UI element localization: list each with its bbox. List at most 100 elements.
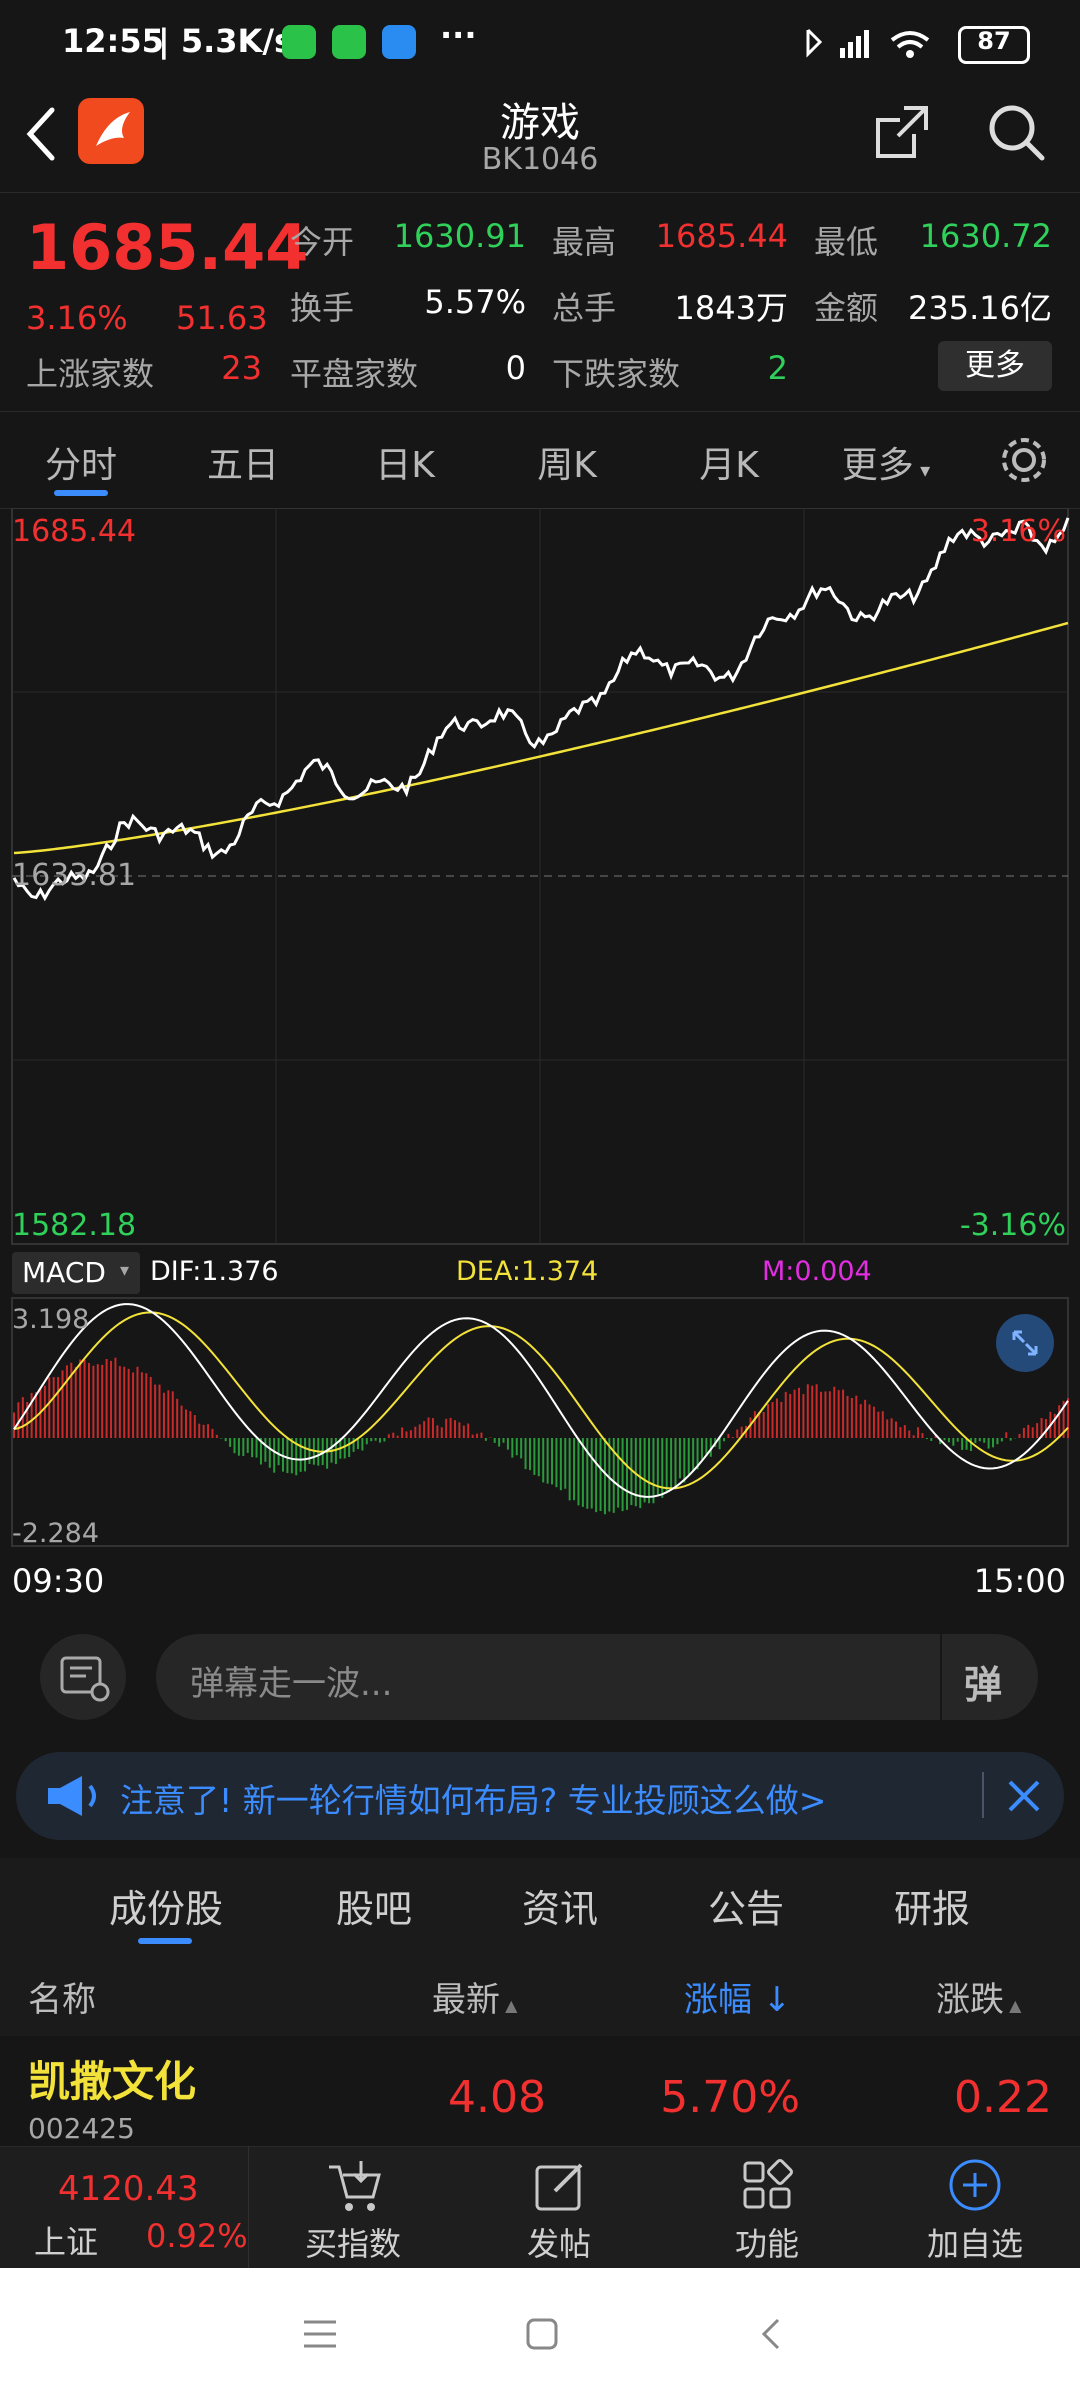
x-axis-start: 09:30 (12, 1562, 105, 1600)
table-header: 名称 最新 ▲ 涨幅 ↓ 涨跌 ▲ (0, 1950, 1080, 2036)
stock-code: 002425 (28, 2112, 135, 2145)
tab-research[interactable]: 研报 (852, 1878, 1012, 1933)
danmu-settings-icon[interactable] (40, 1634, 126, 1720)
change-value: 51.63 (176, 299, 268, 337)
system-nav-bar (0, 2268, 1080, 2400)
up-count-label: 上涨家数 (26, 355, 155, 393)
average-price-line (13, 621, 1069, 855)
tab-daily-k[interactable]: 日K (340, 436, 470, 488)
y-axis-bottom-pct: -3.16% (959, 1208, 1066, 1243)
tab-more[interactable]: 更多 ▾ (826, 436, 946, 488)
status-more: ··· (440, 16, 477, 54)
y-axis-top-pct: 3.16% (970, 514, 1066, 549)
flat-count: 0 (505, 349, 526, 387)
index-pct: 0.92% (146, 2217, 248, 2255)
macd-top-label: 3.198 (12, 1304, 90, 1335)
quote-panel: 1685.44 3.16% 51.63 上涨家数 23 今开 1630.91 最… (0, 192, 1080, 412)
settings-gear-icon[interactable] (996, 432, 1052, 488)
functions-button[interactable]: 功能 (682, 2157, 852, 2265)
col-latest[interactable]: 最新 ▲ (432, 1972, 517, 2021)
search-icon[interactable] (984, 100, 1048, 164)
tab-monthly-k[interactable]: 月K (664, 436, 794, 488)
price-line (12, 517, 1070, 902)
table-row[interactable]: 凯撒文化 002425 4.08 5.70% 0.22 (0, 2036, 1080, 2146)
grid-icon (743, 2159, 793, 2209)
megaphone-icon (48, 1776, 96, 1816)
tab-forum[interactable]: 股吧 (294, 1878, 454, 1933)
col-name: 名称 (28, 1980, 96, 2020)
promo-notice[interactable]: 注意了! 新一轮行情如何布局? 专业投顾这么做> (16, 1752, 1064, 1840)
y-axis-mid-label: 1633.81 (12, 858, 137, 893)
x-axis-end: 15:00 (973, 1562, 1066, 1600)
open-value: 1630.91 (393, 217, 526, 255)
wechat-icon (282, 25, 316, 59)
index-ticker[interactable]: 4120.43 上证 0.92% (0, 2147, 249, 2269)
indicator-selector[interactable]: MACD ▾ (12, 1252, 140, 1294)
status-speed: | 5.3K/s (158, 22, 294, 60)
y-axis-bottom-label: 1582.18 (12, 1208, 137, 1243)
edit-icon (535, 2163, 583, 2211)
tab-constituents[interactable]: 成份股 (86, 1878, 246, 1933)
app-notification-icon (382, 25, 416, 59)
amount-value: 235.16亿 (908, 289, 1052, 327)
danmu-send-button[interactable]: 弹 (964, 1654, 1002, 1709)
tab-weekly-k[interactable]: 周K (502, 436, 632, 488)
change-percent: 3.16% (26, 299, 128, 337)
post-button[interactable]: 发帖 (474, 2157, 644, 2265)
volume-value: 1843万 (674, 289, 788, 327)
notice-text[interactable]: 注意了! 新一轮行情如何布局? 专业投顾这么做> (120, 1774, 826, 1822)
danmu-bar: 弹幕走一波... 弹 (0, 1612, 1080, 1742)
status-time: 12:55 (62, 22, 164, 60)
active-subtab-indicator (138, 1938, 192, 1944)
index-name: 上证 (34, 2223, 99, 2261)
volume-label: 总手 (552, 289, 617, 327)
down-count-label: 下跌家数 (552, 355, 681, 393)
cart-icon (329, 2161, 381, 2211)
wechat-icon-2 (332, 25, 366, 59)
m-value: M:0.004 (762, 1256, 872, 1287)
high-label: 最高 (552, 223, 617, 261)
col-pct-sorted[interactable]: 涨幅 ↓ (684, 1972, 791, 2021)
back-nav-icon[interactable] (752, 2314, 792, 2354)
down-count: 2 (767, 349, 788, 387)
period-tabs: 分时 五日 日K 周K 月K 更多 ▾ (0, 412, 1080, 509)
content-tabs: 成份股 股吧 资讯 公告 研报 (0, 1858, 1080, 1951)
amount-label: 金额 (814, 289, 879, 327)
dif-value: DIF:1.376 (150, 1256, 279, 1287)
buy-index-button[interactable]: 买指数 (268, 2157, 438, 2265)
stock-change: 0.22 (954, 2072, 1052, 2123)
current-price: 1685.44 (26, 211, 309, 284)
tab-announcements[interactable]: 公告 (666, 1878, 826, 1933)
add-watchlist-button[interactable]: 加自选 (890, 2157, 1060, 2265)
up-count: 23 (221, 349, 262, 387)
battery-icon: 87 (958, 26, 1030, 64)
tab-five-day[interactable]: 五日 (178, 436, 308, 488)
share-icon[interactable] (870, 100, 934, 164)
stock-pct: 5.70% (660, 2072, 800, 2123)
page-header: 游戏 BK1046 (0, 90, 1080, 190)
status-bar: 12:55 | 5.3K/s ··· 87 (0, 0, 1080, 90)
high-value: 1685.44 (655, 217, 788, 255)
danmu-input[interactable]: 弹幕走一波... 弹 (156, 1634, 1038, 1720)
y-axis-top-label: 1685.44 (12, 514, 137, 549)
expand-chart-icon[interactable] (996, 1314, 1054, 1372)
bottom-toolbar: 4120.43 上证 0.92% 买指数 发帖 功能 加自选 (0, 2146, 1080, 2269)
dea-value: DEA:1.374 (456, 1256, 599, 1287)
more-quote-button[interactable]: 更多 (938, 341, 1052, 391)
close-icon[interactable] (1006, 1778, 1042, 1814)
tab-intraday[interactable]: 分时 (16, 436, 146, 488)
open-label: 今开 (290, 223, 355, 261)
macd-bottom-label: -2.284 (12, 1518, 100, 1549)
home-icon[interactable] (522, 2314, 562, 2354)
flat-count-label: 平盘家数 (290, 355, 419, 393)
plus-circle-icon (949, 2159, 1001, 2211)
col-change[interactable]: 涨跌 ▲ (936, 1972, 1021, 2021)
intraday-chart[interactable]: 1685.44 3.16% 1633.81 1582.18 -3.16% MAC… (0, 508, 1080, 1608)
menu-icon[interactable] (300, 2314, 340, 2354)
turnover-value: 5.57% (424, 283, 526, 321)
turnover-label: 换手 (290, 289, 355, 327)
tab-news[interactable]: 资讯 (480, 1878, 640, 1933)
stock-latest: 4.08 (448, 2072, 546, 2123)
index-value: 4120.43 (58, 2169, 199, 2209)
active-tab-indicator (54, 490, 108, 496)
